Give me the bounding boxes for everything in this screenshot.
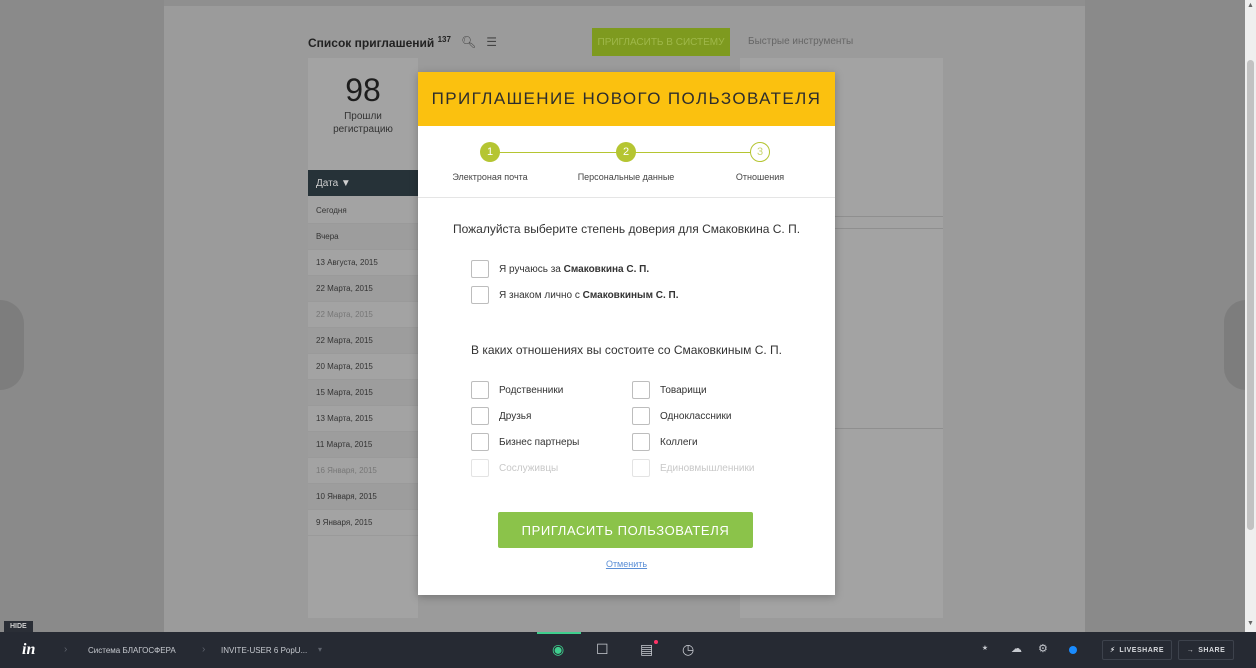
step-3-label: Отношения [735,172,785,182]
wizard-stepper: 1 2 3 Электроная почта Персональные данн… [418,126,835,198]
cloud-icon[interactable]: ☁ [1011,642,1022,655]
table-row[interactable]: Вчера [308,224,418,250]
relation-label: Друзья [499,410,532,422]
table-row[interactable]: 22 Марта, 2015 [308,328,418,354]
invite-to-system-button[interactable]: ПРИГЛАСИТЬ В СИСТЕМУ [592,28,730,56]
trust-option-vouch[interactable]: Я ручаюсь за Смаковкина С. П. [471,260,649,278]
inspect-icon[interactable]: ▤ [640,641,653,658]
screen-breadcrumb[interactable]: INVITE-USER 6 PopU... [221,646,307,655]
trust-option-acquainted[interactable]: Я знаком лично с Смаковкиным С. П. [471,286,679,304]
hide-bar-button[interactable]: HIDE [4,621,33,632]
search-icon[interactable]: 🔍︎ [461,35,476,49]
date-column-header[interactable]: Дата ▼ [308,170,418,196]
step-1-circle[interactable]: 1 [480,142,500,162]
relation-checkbox[interactable] [471,433,489,451]
relation-checkbox[interactable] [471,407,489,425]
relation-option[interactable]: Одноклассники [632,407,731,425]
invite-user-button[interactable]: ПРИГЛАСИТЬ ПОЛЬЗОВАТЕЛЯ [498,512,753,548]
acquainted-checkbox[interactable] [471,286,489,304]
vouch-checkbox[interactable] [471,260,489,278]
step-1-label: Электроная почта [452,172,528,182]
next-screen-handle[interactable] [1224,300,1246,390]
table-row[interactable]: 9 Января, 2015 [308,510,418,536]
invitations-title: Список приглашений 137 [308,34,451,50]
table-row[interactable]: 11 Марта, 2015 [308,432,418,458]
invision-logo[interactable]: in [22,641,35,659]
table-row[interactable]: 22 Марта, 2015 [308,276,418,302]
relation-label: Единовмышленники [660,462,755,474]
prev-screen-handle[interactable] [0,300,24,390]
table-row[interactable]: 22 Марта, 2015 [308,302,418,328]
preview-eye-icon[interactable]: ◉ [552,641,564,658]
mode-switcher: ◉ ☐ ▤ ◷ [537,632,717,668]
table-row[interactable]: 13 Марта, 2015 [308,406,418,432]
share-button[interactable]: → SHARE [1178,640,1234,660]
step-2-label: Персональные данные [577,172,675,182]
relation-option[interactable]: Друзья [471,407,531,425]
relation-checkbox[interactable] [632,459,650,477]
scroll-up-icon[interactable]: ▲ [1247,2,1254,9]
table-row[interactable]: Сегодня [308,198,418,224]
cancel-link[interactable]: Отменить [418,559,835,569]
list-icon[interactable]: ☰ [486,35,497,49]
project-breadcrumb[interactable]: Система БЛАГОСФЕРА [88,646,176,655]
invision-toolbar: in › Система БЛАГОСФЕРА › INVITE-USER 6 … [0,632,1256,668]
relation-option[interactable]: Сослуживцы [471,459,558,477]
invite-user-modal: ПРИГЛАШЕНИЕ НОВОГО ПОЛЬЗОВАТЕЛЯ 1 2 3 Эл… [418,72,835,595]
invitations-list: Сегодня Вчера 13 Августа, 2015 22 Марта,… [308,198,418,536]
relation-question: В каких отношениях вы состоите со Смаков… [471,343,782,357]
step-2-circle[interactable]: 2 [616,142,636,162]
table-row[interactable]: 10 Января, 2015 [308,484,418,510]
table-row[interactable]: 20 Марта, 2015 [308,354,418,380]
relation-option[interactable]: Товарищи [632,381,707,399]
modal-title: ПРИГЛАШЕНИЕ НОВОГО ПОЛЬЗОВАТЕЛЯ [431,89,822,108]
relation-option[interactable]: Бизнес партнеры [471,433,579,451]
step-connector [498,152,626,153]
status-indicator [1069,646,1077,654]
page-scrollbar[interactable]: ▲ ▼ [1245,0,1256,632]
relation-checkbox[interactable] [632,381,650,399]
stat-number: 98 [345,72,381,108]
relation-checkbox[interactable] [632,407,650,425]
liveshare-button[interactable]: ⚡︎ LIVESHARE [1102,640,1172,660]
share-nodes-icon[interactable]: ⭑ [982,642,988,655]
left-gutter [0,0,164,632]
stat-label: Прошли регистрацию [333,111,393,135]
relation-label: Одноклассники [660,410,732,422]
relation-label: Бизнес партнеры [499,436,580,448]
relation-option[interactable]: Родственники [471,381,563,399]
scroll-down-icon[interactable]: ▼ [1247,620,1254,627]
right-gutter [1085,0,1245,632]
chevron-right-icon: › [64,644,68,655]
arrow-right-icon: → [1186,646,1195,654]
step-connector [634,152,756,153]
notification-dot [654,640,658,644]
scrollbar-thumb[interactable] [1247,60,1254,530]
relation-checkbox[interactable] [632,433,650,451]
step-3-circle[interactable]: 3 [750,142,770,162]
comment-icon[interactable]: ☐ [596,641,609,658]
relation-checkbox[interactable] [471,381,489,399]
vouch-label: Я ручаюсь за Смаковкина С. П. [499,263,650,275]
history-clock-icon[interactable]: ◷ [682,641,694,658]
table-row[interactable]: 16 Января, 2015 [308,458,418,484]
relation-checkbox[interactable] [471,459,489,477]
relation-label: Сослуживцы [499,462,559,474]
quick-tools-label: Быстрые инструменты [748,36,854,47]
relation-option[interactable]: Единовмышленники [632,459,754,477]
registered-stat: 98 Прошли регистрацию [308,72,418,136]
acquainted-label: Я знаком лично с Смаковкиным С. П. [499,289,679,301]
chevron-down-icon[interactable]: ▾ [318,645,322,654]
relation-option[interactable]: Коллеги [632,433,698,451]
table-row[interactable]: 13 Августа, 2015 [308,250,418,276]
lightning-icon: ⚡︎ [1110,647,1116,654]
relation-label: Коллеги [660,436,698,448]
modal-header: ПРИГЛАШЕНИЕ НОВОГО ПОЛЬЗОВАТЕЛЯ [418,72,835,126]
gear-icon[interactable]: ⚙ [1038,642,1048,655]
trust-question: Пожалуйста выберите степень доверия для … [452,222,801,236]
relation-label: Родственники [499,384,564,396]
chevron-right-icon: › [202,644,206,655]
relation-label: Товарищи [660,384,707,396]
table-row[interactable]: 15 Марта, 2015 [308,380,418,406]
